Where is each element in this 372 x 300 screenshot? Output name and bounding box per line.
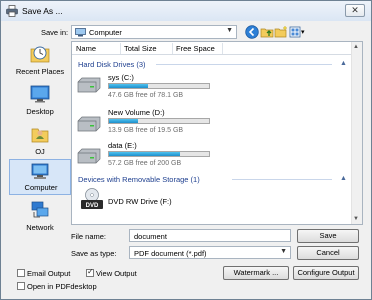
hard-drive-icon bbox=[77, 148, 101, 164]
back-icon[interactable] bbox=[245, 25, 259, 39]
save-in-value: Computer bbox=[89, 28, 122, 37]
save-as-type-select[interactable]: PDF document (*.pdf) ▼ bbox=[129, 246, 291, 259]
place-desktop[interactable]: Desktop bbox=[9, 81, 71, 121]
title-bar: Save As ... ✕ bbox=[1, 1, 371, 21]
cancel-button[interactable]: Cancel bbox=[297, 246, 359, 260]
computer-small-icon bbox=[75, 28, 86, 37]
open-pdfdesktop-checkbox[interactable] bbox=[17, 282, 25, 290]
file-list-view[interactable]: Name Total Size Free Space Hard Disk Dri… bbox=[71, 41, 363, 225]
drive-name: data (E:) bbox=[108, 141, 137, 150]
save-as-type-value: PDF document (*.pdf) bbox=[134, 249, 207, 258]
views-menu-icon[interactable] bbox=[289, 25, 301, 39]
network-icon bbox=[31, 201, 49, 218]
new-folder-icon[interactable] bbox=[274, 25, 288, 39]
column-header-row: Name Total Size Free Space bbox=[72, 42, 352, 55]
drive-usage-bar bbox=[108, 83, 210, 89]
up-folder-icon[interactable] bbox=[260, 25, 274, 39]
drive-name: New Volume (D:) bbox=[108, 108, 165, 117]
places-bar: Recent Places Desktop OJ Computer Networ… bbox=[9, 41, 71, 233]
column-header-free-space[interactable]: Free Space bbox=[176, 44, 215, 53]
collapse-chevron-icon[interactable]: ▲ bbox=[340, 60, 347, 67]
drive-free-space: 13.9 GB free of 19.5 GB bbox=[108, 127, 184, 134]
hard-drive-icon bbox=[77, 77, 101, 93]
scroll-up-icon[interactable]: ▲ bbox=[353, 44, 359, 50]
drive-name: DVD RW Drive (F:) bbox=[108, 197, 172, 206]
place-label: Recent Places bbox=[15, 67, 65, 76]
view-output-checkbox[interactable]: ✓ bbox=[86, 267, 94, 277]
desktop-icon bbox=[30, 85, 50, 103]
email-output-checkbox[interactable] bbox=[17, 269, 25, 277]
place-recent-places[interactable]: Recent Places bbox=[9, 41, 71, 81]
printer-icon bbox=[6, 5, 18, 17]
hard-drive-icon bbox=[77, 116, 101, 132]
drive-free-space: 57.2 GB free of 200 GB bbox=[108, 160, 182, 167]
dvd-icon-text: DVD bbox=[86, 203, 99, 209]
save-as-dialog: Save As ... ✕ Save in: Computer ▼ ▾ Rece… bbox=[0, 0, 372, 300]
file-name-input[interactable]: document bbox=[129, 229, 291, 242]
recent-places-icon bbox=[30, 46, 50, 63]
drive-free-space: 47.6 GB free of 78.1 GB bbox=[108, 92, 184, 99]
dvd-drive-icon: DVD bbox=[81, 188, 103, 209]
chevron-down-icon: ▼ bbox=[280, 248, 287, 255]
group-header-removable-storage[interactable]: Devices with Removable Storage (1) bbox=[78, 175, 200, 184]
place-user-folder[interactable]: OJ bbox=[9, 121, 71, 161]
place-network[interactable]: Network bbox=[9, 197, 71, 237]
view-output-label: View Output bbox=[96, 269, 137, 278]
save-in-label: Save in: bbox=[41, 28, 69, 37]
configure-output-button[interactable]: Configure Output bbox=[293, 266, 359, 280]
place-label: Computer bbox=[24, 183, 58, 192]
file-name-value: document bbox=[134, 232, 167, 241]
file-name-label: File name: bbox=[71, 232, 107, 241]
open-pdfdesktop-label: Open in PDFdesktop bbox=[27, 282, 97, 291]
group-header-hard-disk-drives[interactable]: Hard Disk Drives (3) bbox=[78, 60, 146, 69]
save-as-type-label: Save as type: bbox=[71, 249, 117, 258]
save-button[interactable]: Save bbox=[297, 229, 359, 243]
close-button[interactable]: ✕ bbox=[345, 4, 365, 17]
drive-usage-fill bbox=[109, 119, 138, 123]
drive-usage-bar bbox=[108, 118, 210, 124]
watermark-button[interactable]: Watermark ... bbox=[223, 266, 289, 280]
checkmark-icon: ✓ bbox=[87, 267, 94, 276]
place-computer[interactable]: Computer bbox=[9, 159, 71, 195]
computer-icon bbox=[31, 163, 49, 179]
place-label: OJ bbox=[35, 147, 45, 156]
drive-usage-bar bbox=[108, 151, 210, 157]
drive-usage-fill bbox=[109, 84, 148, 88]
user-folder-icon bbox=[31, 128, 49, 143]
chevron-down-icon: ▼ bbox=[226, 27, 233, 34]
vertical-scrollbar[interactable]: ▲ ▼ bbox=[351, 42, 362, 224]
save-in-combo[interactable]: Computer ▼ bbox=[71, 25, 237, 39]
column-header-name[interactable]: Name bbox=[76, 44, 96, 53]
scroll-down-icon[interactable]: ▼ bbox=[353, 216, 359, 222]
drive-name: sys (C:) bbox=[108, 73, 134, 82]
place-label: Network bbox=[26, 223, 54, 232]
views-dropdown-arrow[interactable]: ▾ bbox=[301, 28, 305, 36]
collapse-chevron-icon[interactable]: ▲ bbox=[340, 175, 347, 182]
column-header-total-size[interactable]: Total Size bbox=[124, 44, 157, 53]
drive-usage-fill bbox=[109, 152, 180, 156]
place-label: Desktop bbox=[26, 107, 54, 116]
window-title: Save As ... bbox=[22, 6, 63, 16]
email-output-label: Email Output bbox=[27, 269, 71, 278]
close-icon: ✕ bbox=[351, 5, 359, 15]
